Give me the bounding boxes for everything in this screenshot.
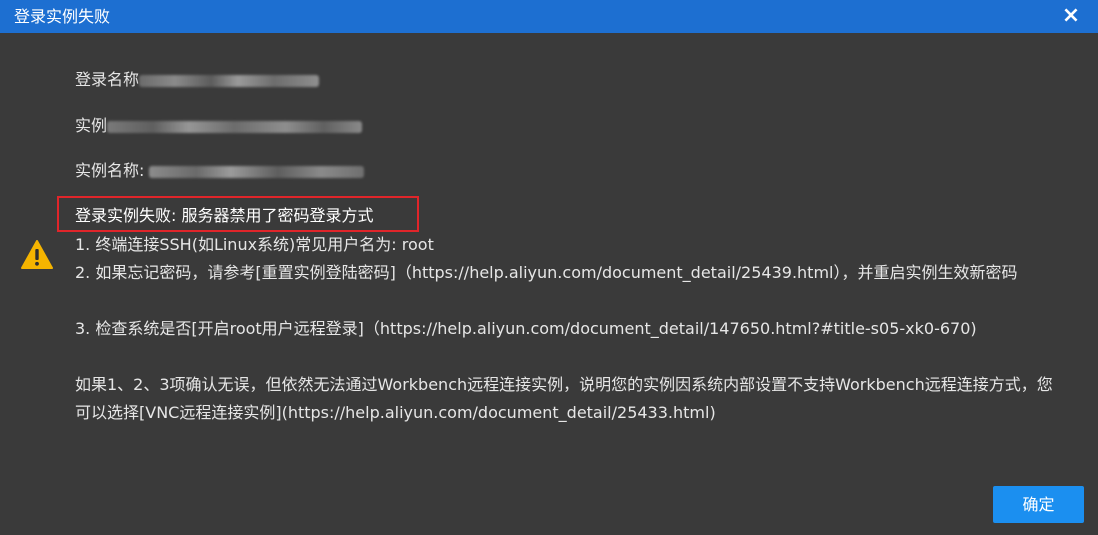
login-name-label: 登录名称 bbox=[75, 70, 140, 89]
dialog-titlebar: 登录实例失败 × bbox=[0, 0, 1098, 33]
close-icon[interactable]: × bbox=[1060, 4, 1082, 28]
step-2: 2. 如果忘记密码，请参考[重置实例登陆密码]（https://help.ali… bbox=[75, 263, 1018, 282]
instance-label: 实例 bbox=[75, 116, 108, 135]
instance-row: 实例 bbox=[75, 116, 363, 136]
dialog-title: 登录实例失败 bbox=[14, 7, 111, 26]
login-failed-dialog: 登录实例失败 × 登录名称 实例 实例名称: 登录实例失败: 服务器禁用了密码登… bbox=[0, 0, 1098, 535]
login-name-value-redacted bbox=[139, 74, 320, 87]
error-title: 登录实例失败: 服务器禁用了密码登录方式 bbox=[75, 206, 374, 225]
confirm-button[interactable]: 确定 bbox=[993, 486, 1084, 523]
instance-name-label: 实例名称: bbox=[75, 161, 150, 180]
instance-name-row: 实例名称: bbox=[75, 161, 365, 181]
fallback-note: 如果1、2、3项确认无误，但依然无法通过Workbench远程连接实例，说明您的… bbox=[75, 375, 1053, 422]
step-1: 1. 终端连接SSH(如Linux系统)常见用户名为: root bbox=[75, 235, 434, 254]
login-name-row: 登录名称 bbox=[75, 70, 320, 90]
instance-value-redacted bbox=[107, 120, 363, 133]
step-3: 3. 检查系统是否[开启root用户远程登录]（https://help.ali… bbox=[75, 319, 977, 338]
instance-name-value-redacted bbox=[149, 165, 365, 178]
warning-icon bbox=[21, 240, 53, 269]
